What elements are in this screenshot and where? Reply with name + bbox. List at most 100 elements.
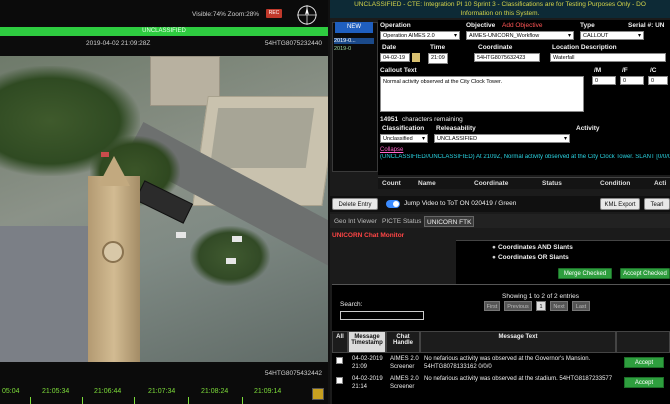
row-handle: AIMES 2.0 Screener [390, 376, 419, 390]
kml-export-button[interactable]: KML Export [600, 198, 640, 210]
remaining-count: 14951 [380, 116, 399, 123]
search-label: Search: [340, 301, 363, 308]
timeline-options-button[interactable] [312, 388, 324, 400]
row-message: No nefarious activity was observed at th… [424, 376, 613, 382]
col-status[interactable]: Status [542, 180, 562, 187]
scene-car [232, 236, 242, 242]
page-previous-button[interactable]: Previous [504, 301, 532, 311]
radio-coords-and-slants[interactable]: Coordinates AND Slants [492, 244, 573, 251]
video-timestamp: 2019-04-02 21:09:28Z [86, 40, 151, 47]
new-entry-button[interactable]: NEW [335, 22, 373, 33]
jump-video-toggle[interactable] [386, 200, 400, 208]
m-label: /M [594, 67, 602, 74]
col-chat-handle[interactable]: Chat Handle [386, 331, 420, 353]
accept-button[interactable]: Accept [624, 377, 664, 388]
operation-select[interactable]: Operation AIMES 2.0 [380, 31, 460, 40]
clock-tower [88, 176, 140, 362]
row-handle: AIMES 2.0 Screener [390, 356, 419, 370]
objective-select[interactable]: AIMES-UNICORN_Workflow [466, 31, 574, 40]
page-last-button[interactable]: Last [572, 301, 590, 311]
entry-table-header: Count Name Coordinate Status Condition A… [378, 177, 670, 189]
page-first-button[interactable]: First [484, 301, 500, 311]
remaining-text: characters remaining [402, 116, 463, 123]
col-name[interactable]: Name [418, 180, 436, 187]
c-label: /C [650, 67, 657, 74]
search-input[interactable] [340, 311, 424, 320]
col-message-timestamp[interactable]: Message Timestamp [348, 331, 386, 353]
row-checkbox[interactable] [336, 357, 343, 364]
type-select[interactable]: CALLOUT [580, 31, 644, 40]
col-coordinate[interactable]: Coordinate [474, 180, 508, 187]
col-all[interactable]: All [332, 331, 348, 353]
time-label: Time [430, 44, 446, 51]
tab-unicorn-ftk[interactable]: UNICORN FTK [424, 216, 475, 227]
location-field[interactable]: Waterfall [550, 53, 666, 62]
record-badge[interactable]: REC [266, 9, 282, 18]
callout-summary: (UNCLASSIFIED//UNCLASSIFIED) At 2109Z, N… [380, 154, 670, 160]
classification-warning-banner: UNCLASSIFIED - CTE: Integration PI 10 Sp… [330, 0, 670, 18]
app-root: Visible:74% Zoom:28% REC UNCLASSIFIED 20… [0, 0, 670, 404]
f-field[interactable]: 0 [620, 76, 644, 85]
col-condition[interactable]: Condition [600, 180, 630, 187]
tearline-button[interactable]: Tearl [644, 198, 670, 210]
location-label: Location Description [552, 44, 617, 51]
banner-line-2: Information on this System. [460, 9, 540, 17]
tab-geo-int-viewer[interactable]: Geo Int Viewer [332, 216, 379, 227]
timeline-tick [188, 397, 189, 404]
radio-coords-or-slants[interactable]: Coordinates OR Slants [492, 254, 569, 261]
calendar-icon[interactable] [412, 53, 420, 62]
classification-banner: UNCLASSIFIED [0, 27, 328, 36]
page-1-button[interactable]: 1 [536, 301, 546, 311]
m-field[interactable]: 0 [592, 76, 616, 85]
operation-label: Operation [380, 22, 411, 29]
col-actions[interactable]: Acti [654, 180, 666, 187]
entry-list-item[interactable]: 2019-0... [334, 38, 374, 44]
video-metadata-row: 2019-04-02 21:09:28Z 54HTG8075232440 [0, 40, 328, 50]
accept-button[interactable]: Accept [624, 357, 664, 368]
add-objective-link[interactable]: Add Objective [502, 22, 542, 29]
f-label: /F [622, 67, 628, 74]
time-field[interactable]: 21:09 [428, 53, 448, 64]
timeline-label: 21:07:34 [148, 388, 176, 395]
page-next-button[interactable]: Next [550, 301, 568, 311]
col-count[interactable]: Count [382, 180, 401, 187]
releasability-select[interactable]: UNCLASSIFIED [434, 134, 570, 143]
clock-face [102, 241, 124, 263]
scene-car [226, 258, 236, 264]
collapse-link[interactable]: Collapse [380, 147, 403, 153]
callout-text-label: Callout Text [380, 67, 417, 74]
accept-checked-button[interactable]: Accept Checked [620, 268, 670, 279]
coordinate-field[interactable]: 54HTG8075632423 [474, 53, 540, 62]
visible-zoom-readout: Visible:74% Zoom:28% [192, 11, 260, 18]
callout-text-area[interactable]: Normal activity observed at the City Clo… [380, 76, 584, 112]
row-checkbox[interactable] [336, 377, 343, 384]
entry-list-item[interactable]: 2019-0 [334, 46, 351, 52]
merge-checked-button[interactable]: Merge Checked [558, 268, 612, 279]
tab-picte-status[interactable]: PICTE Status [380, 216, 423, 227]
delete-entry-button[interactable]: Delete Entry [332, 198, 378, 210]
timeline-tick [82, 397, 83, 404]
row-timestamp: 04-02-2019 21:14 [352, 376, 383, 390]
classification-select[interactable]: Unclassified [380, 134, 428, 143]
chat-monitor-title: UNICORN Chat Monitor [332, 232, 405, 239]
type-label: Type [580, 22, 595, 29]
col-message-text[interactable]: Message Text [420, 331, 616, 353]
timeline-tick [242, 397, 243, 404]
serial-label: Serial #: UN [628, 22, 665, 29]
video-player[interactable]: Visible:74% Zoom:28% REC UNCLASSIFIED 20… [0, 0, 328, 404]
jump-video-label: Jump Video to ToT ON 020419 / Green [404, 200, 517, 207]
timeline-label: 21:06:44 [94, 388, 122, 395]
flag [101, 152, 109, 157]
compass-icon[interactable] [292, 4, 322, 26]
c-field[interactable]: 0 [648, 76, 668, 85]
objective-label: Objective [466, 22, 496, 29]
frame-id-bottom: 54HTG8075432442 [264, 370, 322, 377]
activity-label: Activity [576, 125, 600, 132]
video-timeline[interactable]: 05:04 21:05:34 21:06:44 21:07:34 21:08:2… [0, 388, 328, 404]
video-frame[interactable] [0, 56, 328, 362]
date-field[interactable]: 04-02-19 [380, 53, 410, 62]
timeline-tick [30, 397, 31, 404]
timeline-label: 21:05:34 [42, 388, 70, 395]
timeline-label: 21:09:14 [254, 388, 282, 395]
timeline-label: 21:08:24 [201, 388, 229, 395]
